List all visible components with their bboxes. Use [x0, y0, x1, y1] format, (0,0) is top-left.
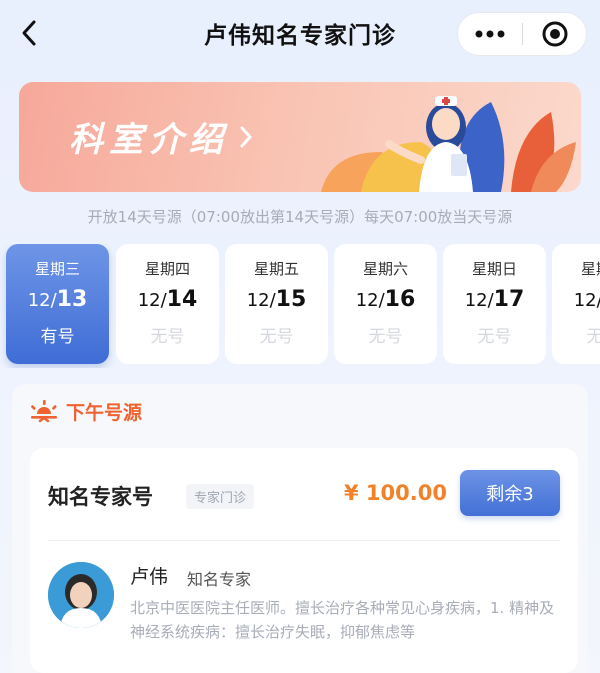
date-month: 12/: [27, 290, 57, 311]
date-status: 无号: [586, 327, 600, 347]
more-button[interactable]: [458, 12, 522, 56]
remaining-button[interactable]: 剩余3: [460, 470, 560, 516]
date-value: 12/18: [552, 287, 600, 312]
section-title: 下午号源: [66, 402, 143, 424]
afternoon-section-header: 下午号源: [30, 398, 142, 425]
sunset-icon: [31, 399, 57, 422]
date-weekday: 星期四: [144, 260, 190, 278]
slot-name: 知名专家号: [48, 485, 153, 509]
target-close-icon: [542, 21, 567, 47]
nurse-illustration: [321, 96, 576, 192]
date-status: 无号: [477, 327, 512, 347]
date-day: 15: [275, 287, 307, 312]
doctor-description: 北京中医医院主任医师。擅长治疗各种常见心身疾病，1. 精神及神经系统疾病：擅长治…: [130, 599, 555, 641]
date-weekday: 星期日: [471, 260, 517, 278]
date-day: 13: [56, 287, 88, 312]
close-button[interactable]: [523, 12, 586, 56]
date-day: 17: [493, 287, 525, 312]
date-day: 14: [166, 287, 198, 312]
date-tab[interactable]: 星期六 12/16 无号: [334, 244, 437, 364]
date-weekday: 星期一: [580, 260, 600, 278]
banner-label: 科室介绍: [69, 120, 229, 160]
date-day: 16: [384, 287, 416, 312]
date-status: 无号: [368, 327, 403, 347]
date-value: 12/14: [116, 287, 219, 312]
chevron-right-icon: [240, 126, 253, 147]
date-value: 12/15: [225, 287, 328, 312]
date-tab[interactable]: 星期一 12/18 无号: [552, 244, 600, 364]
banner-title: 科室介绍: [69, 112, 253, 161]
doctor-title: 知名专家: [187, 570, 252, 589]
date-month: 12/: [137, 290, 167, 311]
slot-price: ¥ 100.00: [344, 481, 447, 505]
date-month: 12/: [464, 290, 494, 311]
date-selector: 星期三 12/13 有号 星期四 12/14 无号 星期五 12/15 无号 星…: [0, 244, 600, 368]
date-tab[interactable]: 星期日 12/17 无号: [443, 244, 546, 364]
date-tab[interactable]: 星期四 12/14 无号: [116, 244, 219, 364]
date-tab[interactable]: 星期五 12/15 无号: [225, 244, 328, 364]
date-weekday: 星期三: [34, 260, 80, 278]
date-tab-active[interactable]: 星期三 12/13 有号: [6, 244, 109, 364]
slot-card[interactable]: 知名专家号 专家门诊 ¥ 100.00 剩余3 卢伟 知名专家 北京中医医院主任…: [30, 448, 578, 673]
slot-tag: 专家门诊: [186, 484, 255, 509]
date-weekday: 星期五: [253, 260, 299, 278]
date-value: 12/16: [334, 287, 437, 312]
top-bar: 卢伟知名专家门诊: [0, 0, 600, 68]
department-intro-banner[interactable]: 科室介绍: [19, 82, 581, 192]
card-divider: [48, 540, 560, 541]
mini-program-capsule: [457, 12, 587, 56]
more-dots-icon: [475, 30, 505, 38]
date-value: 12/17: [443, 287, 546, 312]
doctor-name: 卢伟: [130, 566, 169, 588]
date-status: 无号: [150, 327, 185, 347]
date-month: 12/: [355, 290, 385, 311]
date-value: 12/13: [6, 287, 109, 312]
date-status: 无号: [259, 327, 294, 347]
date-month: 12/: [573, 290, 600, 311]
date-month: 12/: [246, 290, 276, 311]
date-status: 有号: [40, 327, 75, 347]
doctor-avatar: [48, 562, 114, 628]
date-weekday: 星期六: [362, 260, 408, 278]
schedule-notice: 开放14天号源（07:00放出第14天号源）每天07:00放当天号源: [87, 208, 513, 226]
